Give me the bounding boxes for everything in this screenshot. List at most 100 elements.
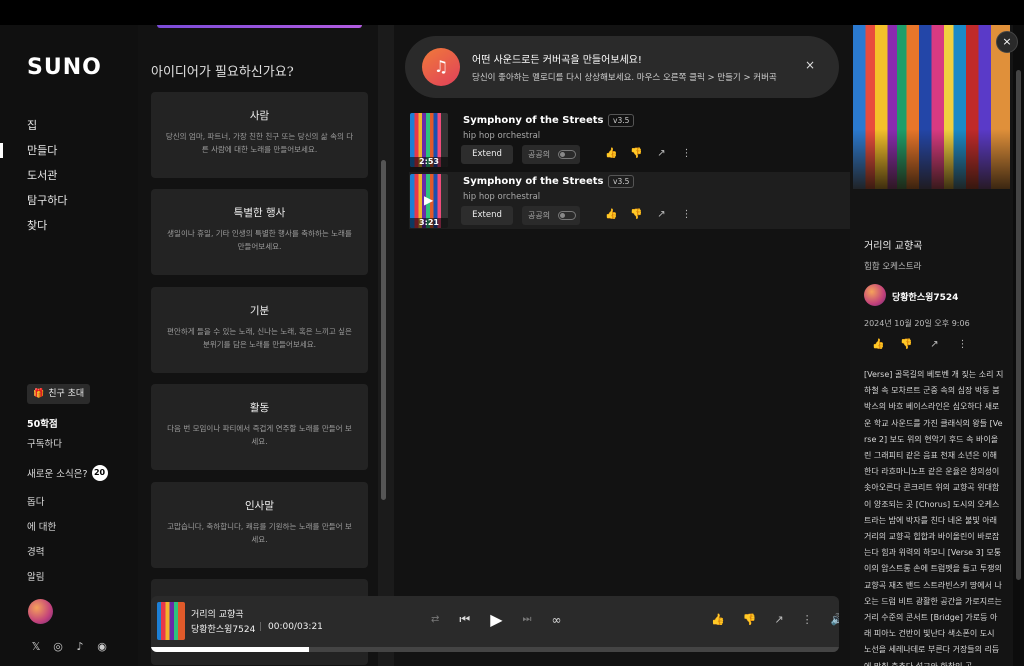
share-icon[interactable]: ↗: [928, 339, 941, 350]
nav-search[interactable]: 찾다: [0, 213, 138, 238]
progress-bar[interactable]: [151, 647, 839, 652]
thumbs-up-icon[interactable]: 👍: [711, 613, 725, 626]
thumbs-down-icon[interactable]: 👎: [743, 613, 757, 626]
invite-label: 친구 초대: [48, 389, 85, 399]
song-duration: 2:53: [410, 157, 448, 167]
create-button-edge[interactable]: [157, 25, 362, 28]
song-genre: hip hop orchestral: [463, 192, 541, 202]
sidebar: SUNO 집 만들다 도서관 탐구하다 찾다 🎁 친구 초대 50학점 구독하다…: [0, 25, 138, 666]
shuffle-icon[interactable]: ⇄: [431, 614, 439, 625]
progress-fill: [151, 647, 310, 652]
suno-logo[interactable]: SUNO: [27, 55, 102, 80]
page-scrollbar[interactable]: [1016, 70, 1021, 580]
loop-icon[interactable]: ∞: [552, 613, 562, 627]
more-icon[interactable]: ⋮: [680, 148, 693, 159]
window-top-bar: [0, 0, 1024, 25]
song-detail-panel: 거리의 교향곡 힙합 오케스트라 당황한스윙7524 2024년 10월 20일…: [850, 25, 1013, 666]
idea-card-people[interactable]: 사람 당신의 엄마, 파트너, 가장 친한 친구 또는 당신의 삶 속의 다른 …: [151, 92, 368, 178]
song-cover[interactable]: 2:53: [410, 113, 448, 167]
about-link[interactable]: 에 대한: [27, 515, 56, 540]
idea-card-activity[interactable]: 활동 다음 번 모임이나 파티에서 즉겁게 연주할 노래를 만들어 보세요.: [151, 384, 368, 470]
player-separator: |: [259, 622, 263, 632]
version-badge: v3.5: [608, 175, 635, 188]
thumbs-up-icon[interactable]: 👍: [605, 209, 618, 220]
invite-friend-button[interactable]: 🎁 친구 초대: [27, 384, 91, 404]
user-avatar[interactable]: [28, 599, 53, 624]
song-list-panel: ♫ 어떤 사운드로든 커버곡을 만들어보세요! 당신이 좋아하는 멜로디를 다시…: [394, 25, 850, 666]
play-icon[interactable]: ▶: [490, 610, 502, 629]
song-title[interactable]: Symphony of the Streets: [463, 176, 603, 187]
idea-card-title: 기분: [249, 305, 270, 317]
subscribe-link[interactable]: 구독하다: [27, 436, 62, 450]
cover-tip-banner: ♫ 어떤 사운드로든 커버곡을 만들어보세요! 당신이 좋아하는 멜로디를 다시…: [405, 36, 839, 98]
idea-card-mood[interactable]: 기분 편안하게 들을 수 있는 노래, 신나는 노래, 혹은 느끼고 싶은 분위…: [151, 287, 368, 373]
instagram-icon[interactable]: ◎: [52, 640, 64, 653]
discord-icon[interactable]: ◉: [96, 640, 108, 653]
song-cover-art: [853, 25, 1010, 189]
creator-name[interactable]: 당황한스윙7524: [892, 290, 958, 303]
ideas-title: 아이디어가 필요하신가요?: [151, 65, 294, 80]
more-icon[interactable]: ⋮: [802, 613, 813, 626]
song-row[interactable]: ▶ 3:21 Symphony of the Streets v3.5 hip …: [409, 172, 850, 229]
thumbs-down-icon[interactable]: 👎: [630, 148, 643, 159]
song-genre: hip hop orchestral: [463, 131, 541, 141]
gift-icon: 🎁: [33, 389, 45, 399]
previous-icon[interactable]: ⏮: [459, 612, 470, 627]
idea-card-title: 활동: [249, 402, 270, 414]
help-link[interactable]: 돕다: [27, 490, 56, 515]
whats-new-label: 새로운 소식은?: [27, 469, 88, 480]
volume-icon[interactable]: 🔊: [831, 613, 839, 626]
version-badge: v3.5: [608, 114, 635, 127]
x-icon[interactable]: 𝕏: [30, 640, 42, 653]
extend-button[interactable]: Extend: [461, 206, 513, 225]
public-toggle[interactable]: 공공의: [522, 145, 580, 164]
song-title[interactable]: Symphony of the Streets: [463, 115, 603, 126]
idea-card-title: 특별한 행사: [233, 207, 286, 219]
tiktok-icon[interactable]: ♪: [74, 640, 86, 653]
footer-links: 돕다 에 대한 경력 알림: [27, 490, 56, 590]
creator-avatar[interactable]: [864, 284, 886, 306]
share-icon[interactable]: ↗: [655, 148, 668, 159]
nav-explore[interactable]: 탐구하다: [0, 188, 138, 213]
public-toggle[interactable]: 공공의: [522, 206, 580, 225]
song-actions: 👍 👎 ↗ ⋮: [605, 148, 693, 159]
player-cover[interactable]: [157, 602, 185, 640]
song-lyrics: [Verse] 골목길의 베토벤 개 짖는 소리 지하철 속 모차르트 군중 속…: [864, 370, 1004, 666]
close-icon[interactable]: ×: [805, 58, 815, 72]
detail-title: 거리의 교향곡: [864, 241, 923, 252]
idea-card-special-event[interactable]: 특별한 행사 생일이나 휴일, 기타 인생의 특별한 행사를 축하하는 노래를 …: [151, 189, 368, 275]
nav-home[interactable]: 집: [0, 113, 138, 138]
player-bar: 거리의 교향곡 당황한스윙7524 | 00:00/03:21 ⇄ ⏮ ▶ ⏭ …: [151, 596, 839, 652]
idea-card-desc: 고맙습니다, 축하합니다, 쾌유를 기원하는 노래를 만들어 보세요.: [167, 522, 352, 544]
thumbs-down-icon[interactable]: 👎: [900, 339, 913, 350]
thumbs-up-icon[interactable]: 👍: [872, 339, 885, 350]
whats-new-link[interactable]: 새로운 소식은? 20: [27, 465, 108, 481]
tip-subtitle: 당신이 좋아하는 멜로디를 다시 상상해보세요. 마우스 오른쪽 클릭 > 만들…: [472, 73, 777, 83]
more-icon[interactable]: ⋮: [680, 209, 693, 220]
idea-card-desc: 당신의 엄마, 파트너, 가장 친한 친구 또는 당신의 삶 속의 다른 사람에…: [165, 132, 354, 154]
song-duration: 3:21: [410, 218, 448, 228]
idea-card-desc: 생일이나 휴일, 기타 인생의 특별한 행사를 축하하는 노래를 만들어보세요.: [167, 229, 352, 251]
toggle-switch[interactable]: [558, 150, 576, 159]
tip-title: 어떤 사운드로든 커버곡을 만들어보세요!: [472, 55, 642, 66]
share-icon[interactable]: ↗: [774, 613, 783, 626]
play-icon[interactable]: ▶: [424, 193, 433, 207]
thumbs-up-icon[interactable]: 👍: [605, 148, 618, 159]
nav-library[interactable]: 도서관: [0, 163, 138, 188]
ideas-scrollbar[interactable]: [381, 160, 386, 500]
next-icon[interactable]: ⏭: [523, 614, 532, 625]
extend-button[interactable]: Extend: [461, 145, 513, 164]
idea-card-greeting[interactable]: 인사말 고맙습니다, 축하합니다, 쾌유를 기원하는 노래를 만들어 보세요.: [151, 482, 368, 568]
notifications-link[interactable]: 알림: [27, 565, 56, 590]
nav-create[interactable]: 만들다: [0, 138, 138, 163]
player-artist[interactable]: 당황한스윙7524: [191, 622, 255, 635]
close-detail-button[interactable]: ×: [996, 31, 1018, 53]
careers-link[interactable]: 경력: [27, 540, 56, 565]
more-icon[interactable]: ⋮: [956, 339, 969, 350]
player-title[interactable]: 거리의 교향곡: [191, 607, 244, 620]
song-row[interactable]: 2:53 Symphony of the Streets v3.5 hip ho…: [409, 111, 850, 168]
toggle-switch[interactable]: [558, 211, 576, 220]
thumbs-down-icon[interactable]: 👎: [630, 209, 643, 220]
song-cover[interactable]: ▶ 3:21: [410, 174, 448, 228]
share-icon[interactable]: ↗: [655, 209, 668, 220]
